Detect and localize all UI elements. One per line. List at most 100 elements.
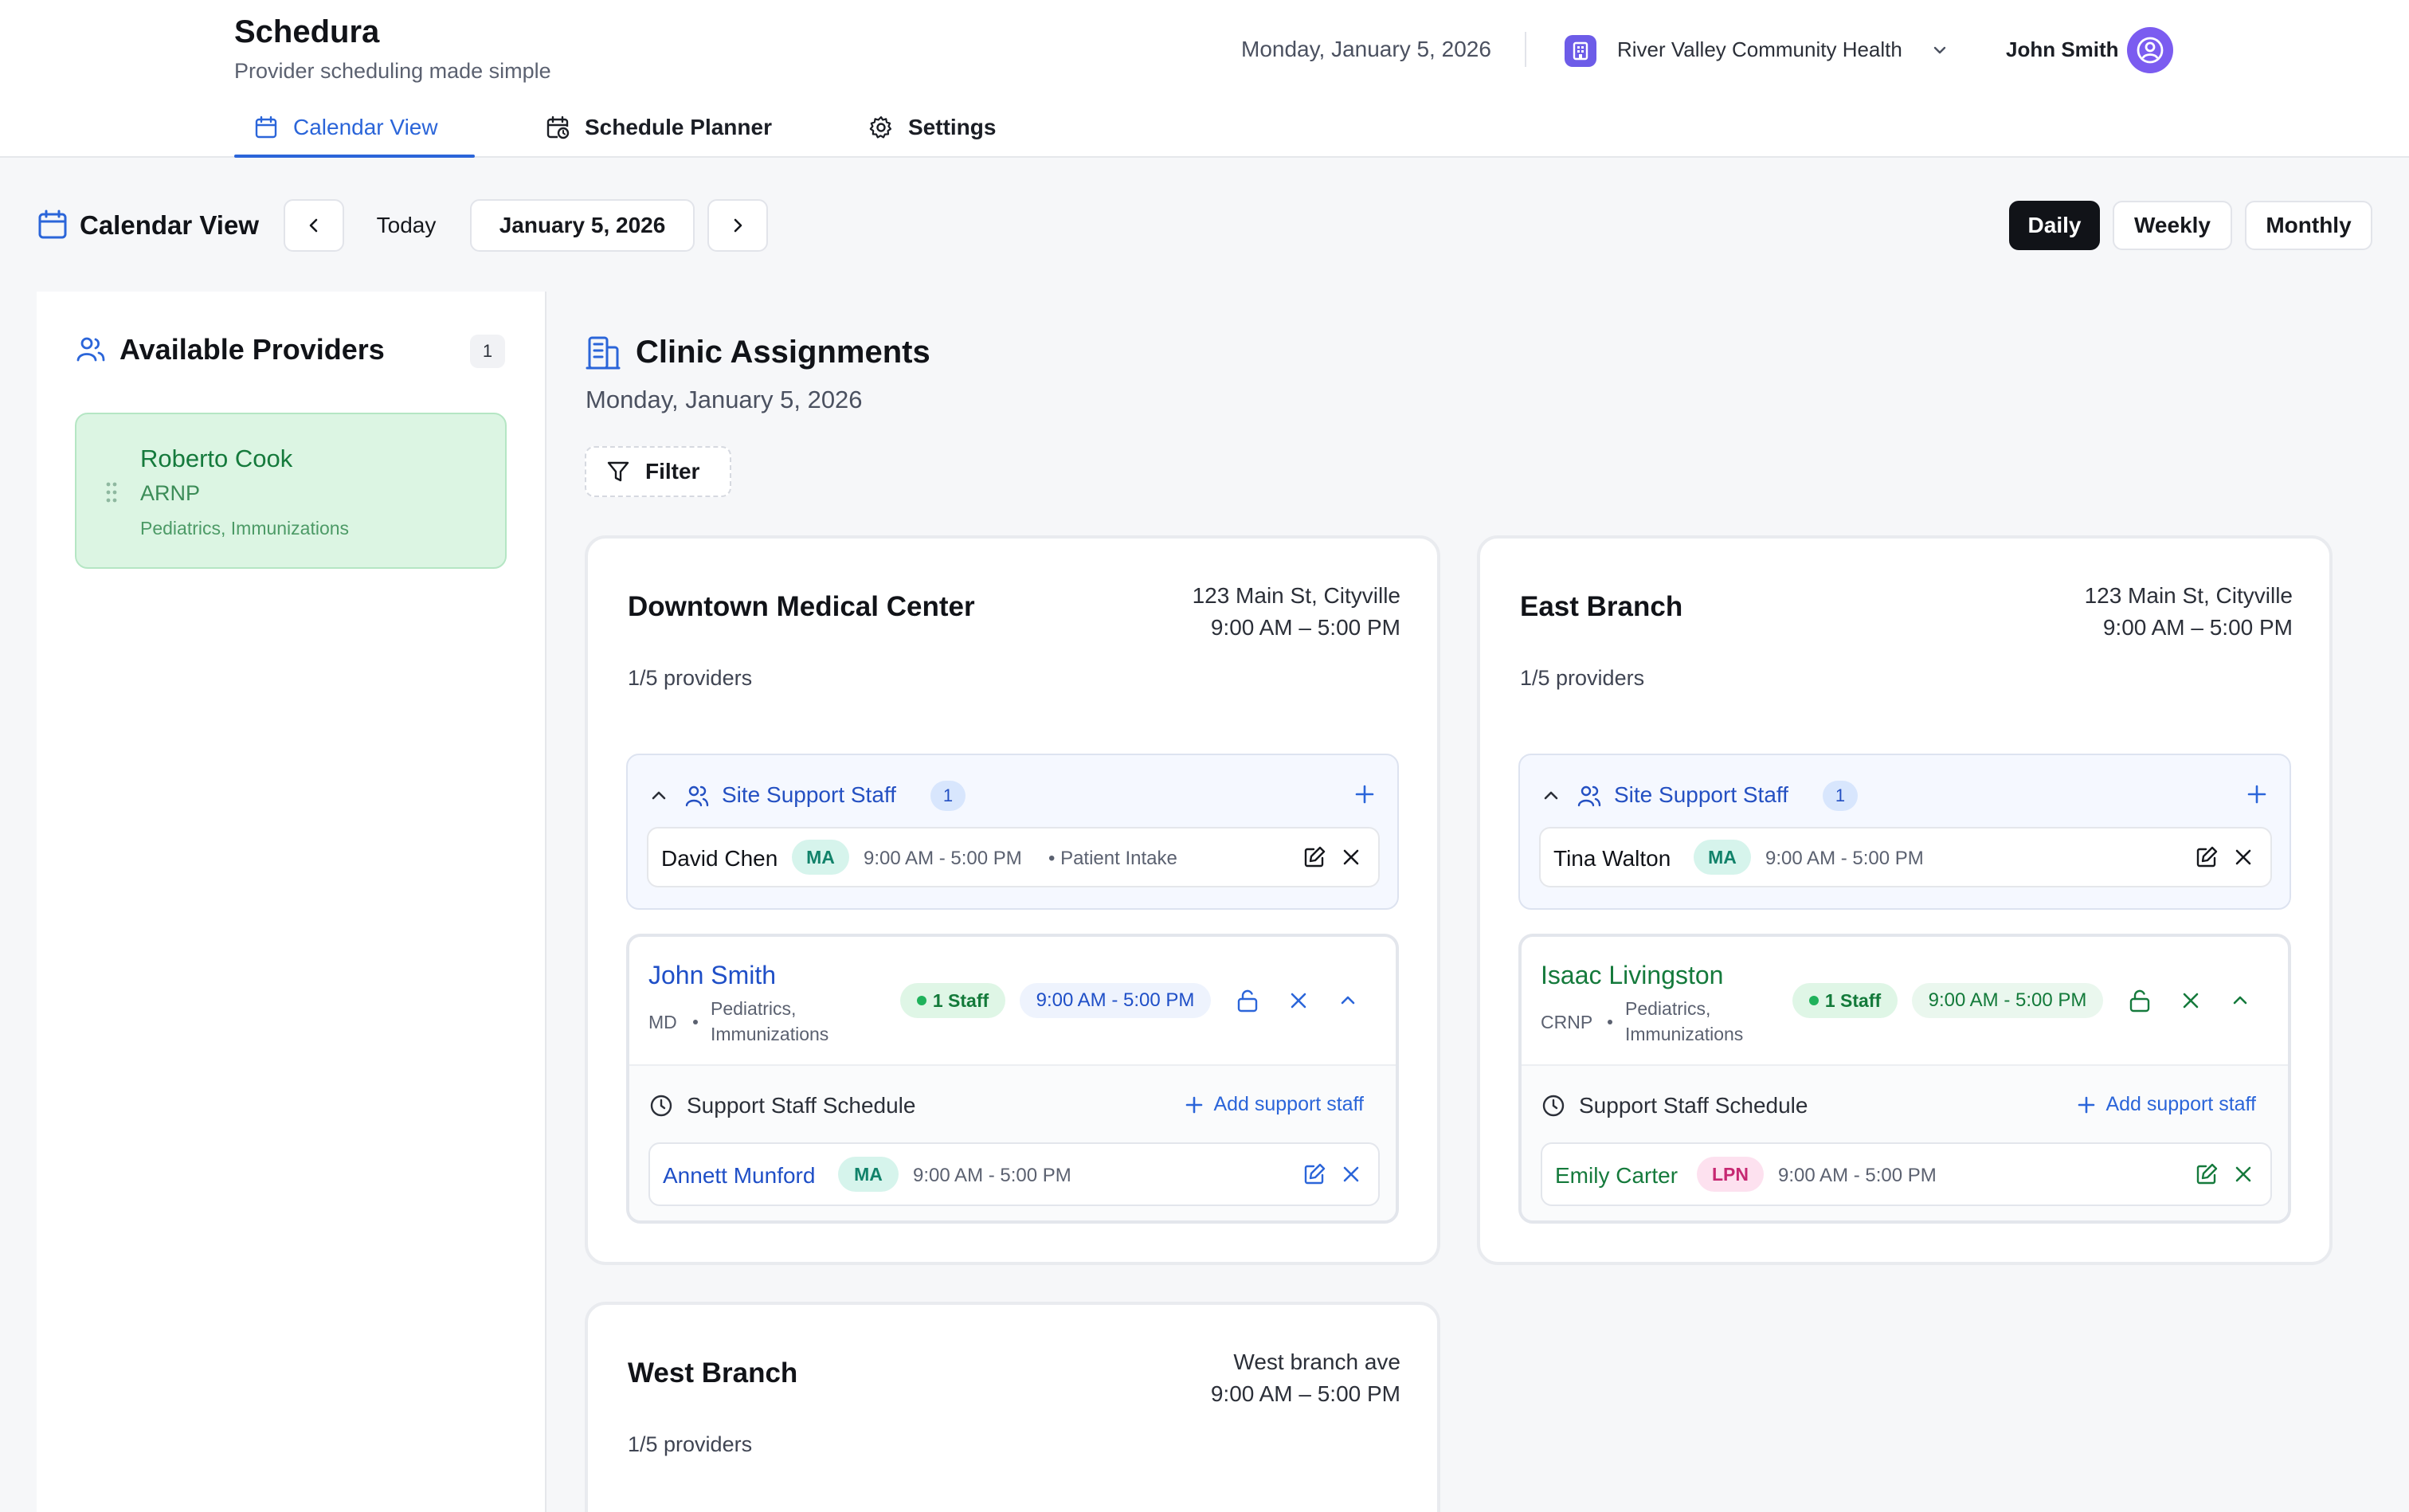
filter-button[interactable]: Filter — [585, 446, 731, 497]
staff-name: Tina Walton — [1553, 846, 1671, 871]
clinic-card-east-branch: East Branch 123 Main St, Cityville 9:00 … — [1477, 535, 2333, 1265]
site-support-count-badge: 1 — [930, 781, 966, 811]
app-name: Schedura — [234, 14, 380, 49]
chevron-down-icon[interactable] — [1931, 41, 1949, 59]
clock-icon — [1541, 1093, 1566, 1118]
view-weekly-button[interactable]: Weekly — [2113, 201, 2232, 250]
drag-handle-icon[interactable] — [105, 481, 118, 503]
calendar-clock-icon — [546, 116, 570, 139]
close-icon[interactable] — [1340, 846, 1362, 868]
view-daily-button[interactable]: Daily — [2009, 201, 2100, 250]
calendar-icon — [255, 116, 277, 139]
site-support-staff-panel: Site Support Staff 1 Tina Walton MA 9:00… — [1518, 754, 2291, 910]
provider-time-badge[interactable]: 9:00 AM - 5:00 PM — [1020, 983, 1211, 1018]
staff-name: David Chen — [661, 846, 778, 871]
staff-count-label: 1 Staff — [1824, 989, 1882, 1011]
site-support-staff-panel: Site Support Staff 1 David Chen MA 9:00 … — [626, 754, 1399, 910]
clinic-name: East Branch — [1520, 591, 1683, 622]
clinic-address-hours: 123 Main St, Cityville 9:00 AM – 5:00 PM — [2085, 580, 2293, 644]
close-icon[interactable] — [2232, 1163, 2254, 1185]
provider-name: Roberto Cook — [140, 445, 293, 472]
chevron-up-icon[interactable] — [1541, 785, 1561, 806]
clinic-address: 123 Main St, Cityville — [1192, 583, 1400, 608]
clinic-card-west-branch: West Branch West branch ave 9:00 AM – 5:… — [585, 1302, 1440, 1512]
chevron-up-icon[interactable] — [2229, 989, 2251, 1012]
staff-count-label: 1 Staff — [932, 989, 989, 1011]
provider-specialties: Pediatrics, Immunizations — [1625, 998, 1744, 1044]
provider-name[interactable]: Isaac Livingston — [1541, 961, 1723, 990]
site-support-title[interactable]: Site Support Staff — [1614, 782, 1788, 808]
unlock-icon[interactable] — [1235, 988, 1260, 1013]
clinic-provider-count: 1/5 providers — [1520, 666, 1645, 690]
add-support-staff-button[interactable]: Add support staff — [2077, 1093, 2256, 1116]
provider-role: CRNP — [1541, 1012, 1593, 1032]
date-picker-button[interactable]: January 5, 2026 — [470, 199, 695, 252]
clinic-provider-count: 1/5 providers — [628, 666, 753, 690]
add-site-staff-plus-icon[interactable] — [2245, 782, 2269, 806]
previous-day-button[interactable] — [284, 199, 344, 252]
remove-provider-close-icon[interactable] — [2180, 989, 2202, 1012]
support-staff-schedule-title: Support Staff Schedule — [687, 1093, 916, 1118]
edit-icon[interactable] — [1302, 844, 1327, 870]
clinic-hours: 9:00 AM – 5:00 PM — [1210, 1381, 1400, 1406]
main-date: Monday, January 5, 2026 — [586, 386, 863, 413]
chevron-up-icon[interactable] — [1337, 989, 1359, 1012]
app-header: Schedura Provider scheduling made simple… — [0, 0, 2409, 158]
provider-count-badge: 1 — [470, 335, 505, 368]
organization-building-icon[interactable] — [1565, 35, 1596, 67]
filter-icon — [607, 461, 629, 482]
staff-count-badge: 1 Staff — [1792, 983, 1898, 1018]
toolbar-title: Calendar View — [80, 210, 259, 240]
clinic-hours: 9:00 AM – 5:00 PM — [2102, 615, 2293, 640]
staff-name[interactable]: Annett Munford — [663, 1163, 815, 1189]
user-avatar-icon[interactable] — [2127, 27, 2173, 73]
close-icon[interactable] — [2232, 846, 2254, 868]
clinic-building-icon — [585, 335, 621, 371]
clinic-address-hours: West branch ave 9:00 AM – 5:00 PM — [1211, 1346, 1400, 1410]
edit-icon[interactable] — [1302, 1161, 1327, 1187]
support-staff-row-annett-munford: Annett Munford MA 9:00 AM - 5:00 PM — [648, 1142, 1380, 1206]
staff-time: 9:00 AM - 5:00 PM — [864, 848, 1022, 869]
header-divider — [1525, 32, 1526, 67]
support-staff-row-emily-carter: Emily Carter LPN 9:00 AM - 5:00 PM — [1541, 1142, 2272, 1206]
calendar-icon — [37, 209, 69, 241]
app-tagline: Provider scheduling made simple — [234, 59, 551, 83]
staff-time: 9:00 AM - 5:00 PM — [1778, 1165, 1937, 1186]
clinic-provider-count: 1/5 providers — [628, 1432, 753, 1456]
provider-role: MD — [648, 1012, 677, 1032]
close-icon[interactable] — [1340, 1163, 1362, 1185]
chevron-up-icon[interactable] — [648, 785, 669, 806]
users-icon — [1576, 782, 1603, 809]
filter-label: Filter — [645, 459, 700, 484]
next-day-button[interactable] — [707, 199, 768, 252]
sidebar-title: Available Providers — [119, 333, 385, 366]
staff-role-badge: MA — [792, 840, 849, 875]
clinic-address-hours: 123 Main St, Cityville 9:00 AM – 5:00 PM — [1193, 580, 1400, 644]
tab-schedule-planner[interactable]: Schedule Planner — [545, 104, 772, 158]
tab-settings[interactable]: Settings — [868, 104, 996, 158]
add-support-staff-button[interactable]: Add support staff — [1185, 1093, 1364, 1116]
site-support-title[interactable]: Site Support Staff — [722, 782, 896, 808]
clinic-name: Downtown Medical Center — [628, 591, 975, 622]
unlock-icon[interactable] — [2127, 988, 2152, 1013]
edit-icon[interactable] — [2194, 1161, 2219, 1187]
provider-card-roberto-cook[interactable]: Roberto Cook ARNP Pediatrics, Immunizati… — [75, 413, 507, 569]
separator-dot — [693, 1020, 698, 1024]
clinic-address: 123 Main St, Cityville — [2084, 583, 2293, 608]
edit-icon[interactable] — [2194, 844, 2219, 870]
separator-dot — [1608, 1020, 1612, 1024]
provider-time-badge[interactable]: 9:00 AM - 5:00 PM — [1912, 983, 2103, 1018]
add-site-staff-plus-icon[interactable] — [1353, 782, 1377, 806]
header-date: Monday, January 5, 2026 — [1241, 37, 1491, 61]
user-name[interactable]: John Smith — [2006, 37, 2119, 62]
today-button[interactable]: Today — [352, 199, 460, 252]
provider-name[interactable]: John Smith — [648, 961, 776, 990]
clinic-name: West Branch — [628, 1357, 798, 1389]
remove-provider-close-icon[interactable] — [1287, 989, 1310, 1012]
view-monthly-button[interactable]: Monthly — [2245, 201, 2372, 250]
tab-calendar-view[interactable]: Calendar View — [234, 104, 475, 158]
staff-note: • Patient Intake — [1048, 848, 1177, 869]
organization-selector[interactable]: River Valley Community Health — [1617, 37, 1902, 62]
staff-name[interactable]: Emily Carter — [1555, 1163, 1678, 1189]
clock-icon — [648, 1093, 674, 1118]
